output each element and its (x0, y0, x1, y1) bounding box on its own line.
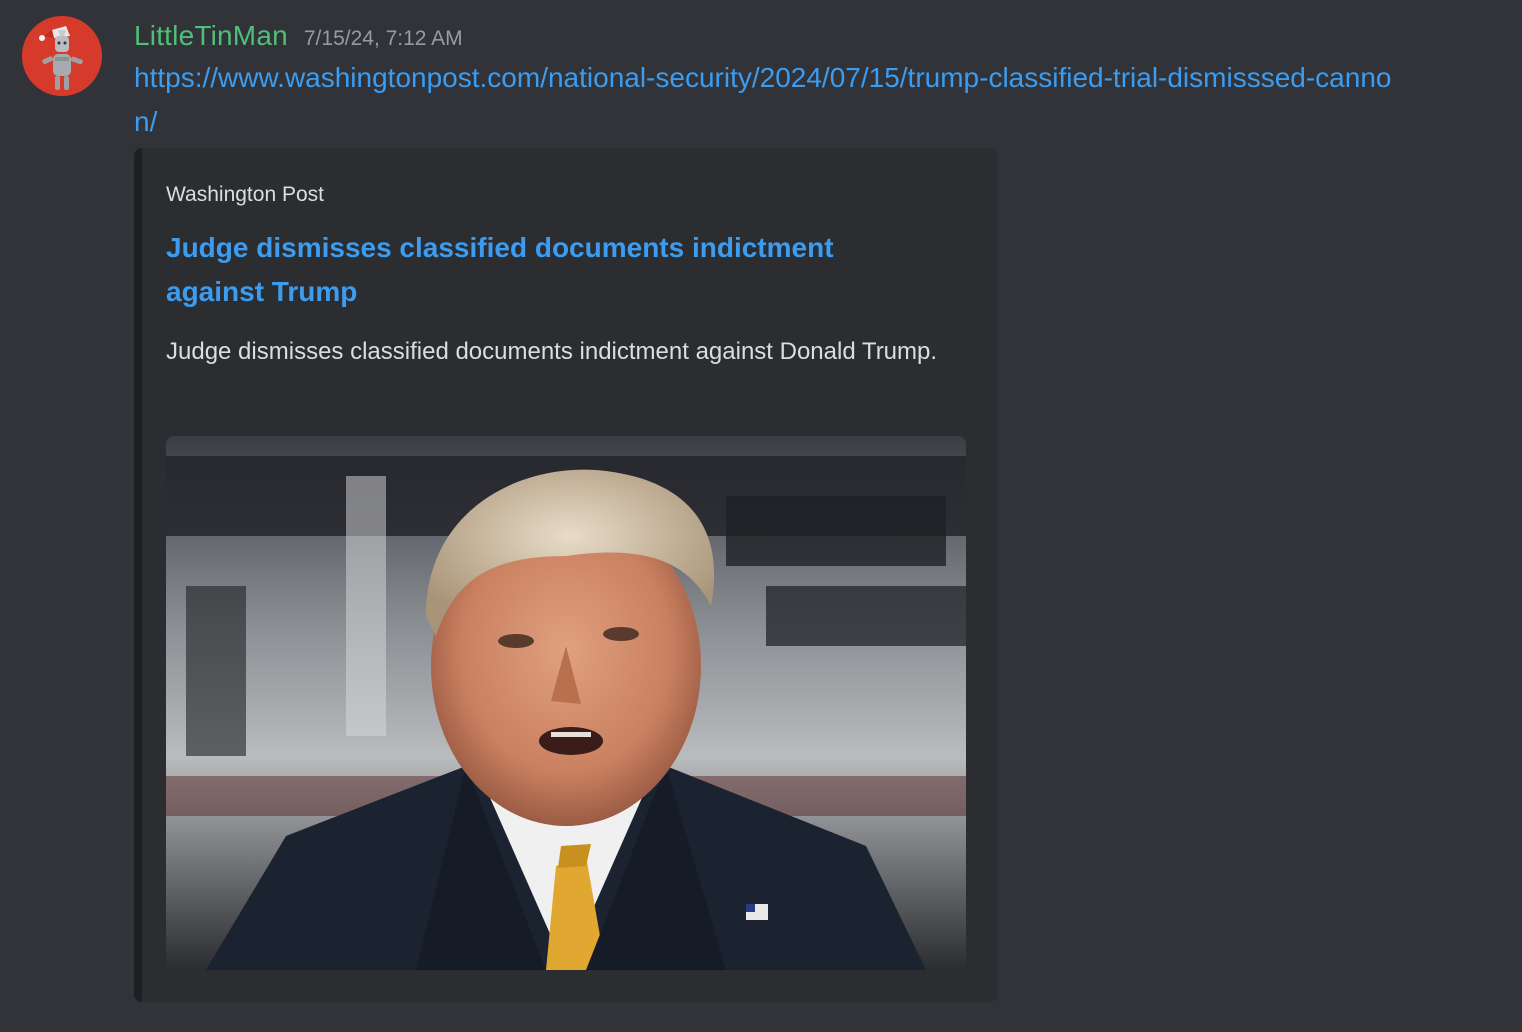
username[interactable]: LittleTinMan (134, 16, 288, 56)
embed-description: Judge dismisses classified documents ind… (166, 338, 938, 365)
message-timestamp: 7/15/24, 7:12 AM (303, 27, 463, 50)
message-link[interactable]: https://www.washingtonpost.com/national-… (134, 56, 1394, 144)
embed-image[interactable] (166, 436, 966, 970)
link-embed: Washington Post Judge dismisses classifi… (134, 148, 998, 1002)
embed-provider: Washington Post (166, 183, 324, 206)
article-photo (166, 436, 966, 970)
chat-message: LittleTinMan 7/15/24, 7:12 AM https://ww… (0, 0, 1522, 1032)
tin-man-robot-icon (22, 16, 102, 96)
embed-title-link[interactable]: Judge dismisses classified documents ind… (166, 226, 886, 314)
embed-accent-bar (134, 148, 142, 1002)
user-avatar[interactable] (22, 16, 102, 96)
message-header: LittleTinMan 7/15/24, 7:12 AM (134, 16, 463, 56)
